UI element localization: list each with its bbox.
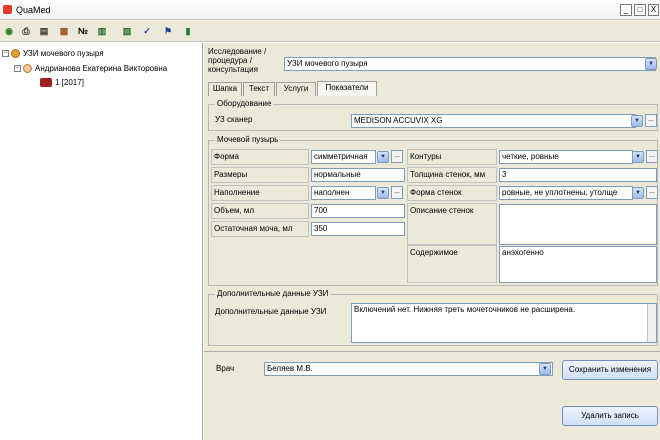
contours-select[interactable]: четкие, ровные xyxy=(499,150,633,164)
bladder-group: Мочевой пузырь Форма симметричная ▼ ... … xyxy=(208,135,658,286)
extra-title: Дополнительные данные УЗИ xyxy=(215,289,331,299)
scanner-select[interactable]: MEDISON ACCUVIX XG xyxy=(351,114,636,128)
chevron-down-icon[interactable]: ▼ xyxy=(377,151,389,163)
print-icon[interactable]: ⎙ xyxy=(18,23,34,39)
minimize-button[interactable]: _ xyxy=(620,4,632,16)
tab-indicators[interactable]: Показатели xyxy=(317,81,377,96)
chevron-down-icon[interactable]: ▼ xyxy=(632,187,644,199)
study-label: Исследование / процедура / консультация xyxy=(208,47,267,74)
chevron-down-icon[interactable]: ▼ xyxy=(377,187,389,199)
wall-desc-label: Описание стенок xyxy=(407,203,497,245)
fill-select[interactable]: наполнен xyxy=(311,186,376,200)
contours-lookup-button[interactable]: ... xyxy=(646,150,658,163)
extra-scrollbar[interactable] xyxy=(647,304,656,342)
globe-icon[interactable]: ◉ xyxy=(1,23,17,39)
equipment-group: Оборудование УЗ сканер MEDISON ACCUVIX X… xyxy=(208,99,658,131)
extra-group: Дополнительные данные УЗИ Дополнительные… xyxy=(208,289,658,346)
collapse-icon[interactable]: − xyxy=(14,65,21,73)
close-button[interactable]: X xyxy=(648,4,659,16)
doc-print-icon[interactable]: ▤ xyxy=(36,23,52,39)
extra-textarea[interactable]: Включений нет. Нижняя треть мочеточников… xyxy=(351,303,657,343)
record-tree: − УЗИ мочевого пузыря − Андрианова Екатери… xyxy=(0,43,203,440)
fill-label: Наполнение xyxy=(211,185,309,201)
title-bar: QuaMed _ □ X xyxy=(0,0,660,20)
study-select[interactable]: УЗИ мочевого пузыря xyxy=(284,57,656,71)
wall-thickness-field[interactable]: 3 xyxy=(499,168,657,182)
app-title: QuaMed xyxy=(16,5,51,15)
details-panel: Исследование / процедура / консультация … xyxy=(204,43,660,440)
wall-form-select[interactable]: ровные, не уплотнены, утолще xyxy=(499,186,633,200)
form-select[interactable]: симметричная xyxy=(311,150,376,164)
tree-node-label: 1 [2017] xyxy=(55,78,84,87)
tab-text[interactable]: Текст xyxy=(243,82,275,96)
chevron-down-icon[interactable]: ▼ xyxy=(632,151,644,163)
scanner-lookup-button[interactable]: ... xyxy=(645,114,657,127)
flag-check-icon[interactable]: ⚑ xyxy=(160,23,176,39)
volume-field[interactable]: 700 xyxy=(311,204,405,218)
divider xyxy=(204,351,660,352)
folder-icon[interactable]: ▦ xyxy=(56,23,72,39)
contents-label: Содержимое xyxy=(407,245,497,283)
tree-node-patient[interactable]: − Андрианова Екатерина Викторовна xyxy=(14,63,167,75)
study-icon xyxy=(11,49,20,59)
tree-node-label: Андрианова Екатерина Викторовна xyxy=(35,64,168,73)
delete-button[interactable]: Удалить запись xyxy=(562,406,658,426)
collapse-icon[interactable]: − xyxy=(2,50,9,58)
residual-label: Остаточная моча, мл xyxy=(211,221,309,237)
scanner-label: УЗ сканер xyxy=(215,115,253,124)
doctor-select[interactable]: Беляев М.В. xyxy=(264,362,553,376)
equipment-title: Оборудование xyxy=(215,99,274,109)
tree-node-study[interactable]: − УЗИ мочевого пузыря xyxy=(2,48,104,60)
form-lookup-button[interactable]: ... xyxy=(391,150,403,163)
size-label: Размеры xyxy=(211,167,309,183)
extra-label: Дополнительные данные УЗИ xyxy=(215,307,327,316)
contours-label: Контуры xyxy=(407,149,497,165)
wall-desc-field[interactable] xyxy=(499,204,657,245)
tree-node-label: УЗИ мочевого пузыря xyxy=(23,49,104,58)
toolbar: ◉ ⎙ ▤ ▦ № ▥ ▧ ✓ ⚑ ▮ xyxy=(0,20,660,42)
wall-thickness-label: Толщина стенок, мм xyxy=(407,167,497,183)
check-icon[interactable]: ✓ xyxy=(139,23,155,39)
exit-icon[interactable]: ▮ xyxy=(180,23,196,39)
chevron-down-icon[interactable]: ▼ xyxy=(631,115,643,127)
volume-label: Объем, мл xyxy=(211,203,309,219)
chevron-down-icon[interactable]: ▼ xyxy=(645,58,657,70)
wall-form-lookup-button[interactable]: ... xyxy=(646,186,658,199)
cards2-icon[interactable]: ▧ xyxy=(119,23,135,39)
form-label: Форма xyxy=(211,149,309,165)
patient-icon xyxy=(23,64,32,74)
fill-lookup-button[interactable]: ... xyxy=(391,186,403,199)
tab-header[interactable]: Шапка xyxy=(208,82,242,96)
wall-form-label: Форма стенок xyxy=(407,185,497,201)
tab-services[interactable]: Услуги xyxy=(276,82,316,96)
number-icon[interactable]: № xyxy=(75,23,91,39)
size-field[interactable]: нормальные xyxy=(311,168,405,182)
app-logo-icon xyxy=(3,5,12,14)
bladder-title: Мочевой пузырь xyxy=(215,135,281,145)
cards-icon[interactable]: ▥ xyxy=(94,23,110,39)
chevron-down-icon[interactable]: ▼ xyxy=(539,363,551,375)
doctor-label: Врач xyxy=(216,364,235,373)
tree-node-record[interactable]: 1 [2017] xyxy=(40,77,84,89)
save-button[interactable]: Сохранить изменения xyxy=(562,360,658,380)
maximize-button[interactable]: □ xyxy=(634,4,646,16)
residual-field[interactable]: 350 xyxy=(311,222,405,236)
record-icon xyxy=(40,78,52,88)
contents-field[interactable]: анэхогенно xyxy=(499,246,657,283)
